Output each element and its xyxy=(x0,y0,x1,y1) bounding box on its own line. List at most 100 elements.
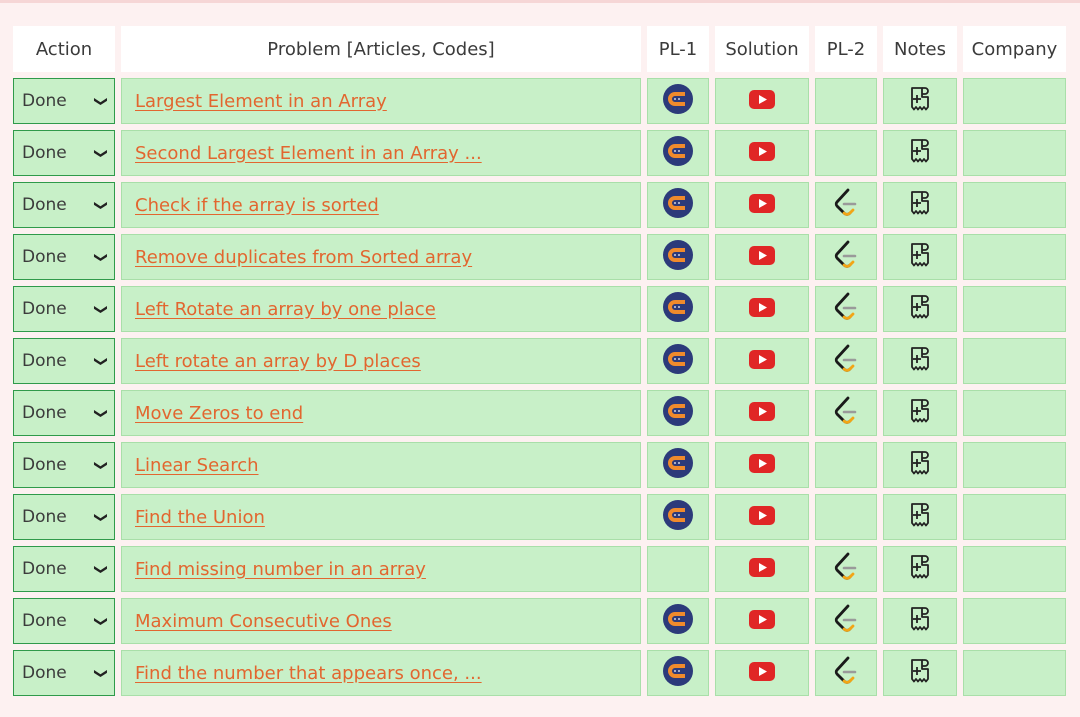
company-cell xyxy=(963,130,1066,176)
problem-link[interactable]: Move Zeros to end xyxy=(135,403,303,424)
problem-link[interactable]: Find the Union xyxy=(135,507,265,528)
action-select[interactable]: Done ❯ xyxy=(13,650,115,696)
action-select[interactable]: Done ❯ xyxy=(13,182,115,228)
coding-ninjas-icon[interactable] xyxy=(662,447,694,483)
problem-cell: Find missing number in an array xyxy=(121,546,641,592)
leetcode-icon[interactable] xyxy=(833,240,859,274)
add-note-icon[interactable] xyxy=(909,658,931,688)
add-note-icon[interactable] xyxy=(909,190,931,220)
action-select[interactable]: Done ❯ xyxy=(13,234,115,280)
coding-ninjas-icon[interactable] xyxy=(662,395,694,431)
coding-ninjas-icon[interactable] xyxy=(662,135,694,171)
table-row: Done ❯ Find the number that appears once, … xyxy=(13,650,1066,696)
youtube-icon[interactable] xyxy=(749,349,775,373)
solution-cell xyxy=(715,390,809,436)
problem-link[interactable]: Remove duplicates from Sorted array xyxy=(135,247,472,268)
notes-cell xyxy=(883,390,957,436)
add-note-icon[interactable] xyxy=(909,606,931,636)
youtube-icon[interactable] xyxy=(749,505,775,529)
add-note-icon[interactable] xyxy=(909,138,931,168)
add-note-icon[interactable] xyxy=(909,294,931,324)
youtube-icon[interactable] xyxy=(749,141,775,165)
problem-link[interactable]: Left Rotate an array by one place xyxy=(135,299,436,320)
coding-ninjas-icon[interactable] xyxy=(662,655,694,691)
action-select[interactable]: Done ❯ xyxy=(13,130,115,176)
coding-ninjas-icon[interactable] xyxy=(662,291,694,327)
pl1-cell xyxy=(647,182,709,228)
notes-cell xyxy=(883,338,957,384)
action-value: Done xyxy=(22,91,67,111)
table-row: Done ❯ Maximum Consecutive Ones xyxy=(13,598,1066,644)
problem-link[interactable]: Maximum Consecutive Ones xyxy=(135,611,392,632)
add-note-icon[interactable] xyxy=(909,346,931,376)
problem-cell: Find the number that appears once, ... xyxy=(121,650,641,696)
notes-cell xyxy=(883,546,957,592)
youtube-icon[interactable] xyxy=(749,661,775,685)
youtube-icon[interactable] xyxy=(749,453,775,477)
table-row: Done ❯ Find the Union xyxy=(13,494,1066,540)
youtube-icon[interactable] xyxy=(749,557,775,581)
header-problem: Problem [Articles, Codes] xyxy=(121,26,641,72)
action-select[interactable]: Done ❯ xyxy=(13,286,115,332)
problem-link[interactable]: Left rotate an array by D places xyxy=(135,351,421,372)
add-note-icon[interactable] xyxy=(909,502,931,532)
youtube-icon[interactable] xyxy=(749,89,775,113)
leetcode-icon[interactable] xyxy=(833,656,859,690)
action-value: Done xyxy=(22,455,67,475)
company-cell xyxy=(963,286,1066,332)
action-select[interactable]: Done ❯ xyxy=(13,78,115,124)
problem-link[interactable]: Second Largest Element in an Array ... xyxy=(135,143,482,164)
leetcode-icon[interactable] xyxy=(833,604,859,638)
coding-ninjas-icon[interactable] xyxy=(662,499,694,535)
coding-ninjas-icon[interactable] xyxy=(662,343,694,379)
action-select[interactable]: Done ❯ xyxy=(13,442,115,488)
leetcode-icon[interactable] xyxy=(833,188,859,222)
header-row: Action Problem [Articles, Codes] PL-1 So… xyxy=(13,26,1066,72)
add-note-icon[interactable] xyxy=(909,86,931,116)
action-select[interactable]: Done ❯ xyxy=(13,494,115,540)
problem-link[interactable]: Find missing number in an array xyxy=(135,559,426,580)
action-select[interactable]: Done ❯ xyxy=(13,390,115,436)
coding-ninjas-icon[interactable] xyxy=(662,187,694,223)
problem-cell: Move Zeros to end xyxy=(121,390,641,436)
notes-cell xyxy=(883,182,957,228)
table-row: Done ❯ Left rotate an array by D places xyxy=(13,338,1066,384)
notes-cell xyxy=(883,598,957,644)
chevron-down-icon: ❯ xyxy=(93,459,109,471)
coding-ninjas-icon[interactable] xyxy=(662,83,694,119)
top-border xyxy=(0,0,1080,3)
problem-link[interactable]: Largest Element in an Array xyxy=(135,91,387,112)
leetcode-icon[interactable] xyxy=(833,396,859,430)
table-row: Done ❯ Remove duplicates from Sorted array xyxy=(13,234,1066,280)
action-value: Done xyxy=(22,559,67,579)
problem-link[interactable]: Linear Search xyxy=(135,455,259,476)
add-note-icon[interactable] xyxy=(909,398,931,428)
problem-link[interactable]: Check if the array is sorted xyxy=(135,195,379,216)
youtube-icon[interactable] xyxy=(749,193,775,217)
action-select[interactable]: Done ❯ xyxy=(13,338,115,384)
youtube-icon[interactable] xyxy=(749,609,775,633)
action-select[interactable]: Done ❯ xyxy=(13,546,115,592)
chevron-down-icon: ❯ xyxy=(93,563,109,575)
youtube-icon[interactable] xyxy=(749,245,775,269)
add-note-icon[interactable] xyxy=(909,242,931,272)
coding-ninjas-icon[interactable] xyxy=(662,603,694,639)
leetcode-icon[interactable] xyxy=(833,344,859,378)
pl2-cell xyxy=(815,598,877,644)
chevron-down-icon: ❯ xyxy=(93,199,109,211)
chevron-down-icon: ❯ xyxy=(93,303,109,315)
problem-link[interactable]: Find the number that appears once, ... xyxy=(135,663,482,684)
coding-ninjas-icon[interactable] xyxy=(662,239,694,275)
youtube-icon[interactable] xyxy=(749,297,775,321)
solution-cell xyxy=(715,442,809,488)
add-note-icon[interactable] xyxy=(909,450,931,480)
youtube-icon[interactable] xyxy=(749,401,775,425)
leetcode-icon[interactable] xyxy=(833,552,859,586)
problem-cell: Maximum Consecutive Ones xyxy=(121,598,641,644)
problems-table: Action Problem [Articles, Codes] PL-1 So… xyxy=(7,20,1072,702)
header-company: Company xyxy=(963,26,1066,72)
action-select[interactable]: Done ❯ xyxy=(13,598,115,644)
add-note-icon[interactable] xyxy=(909,554,931,584)
header-pl2: PL-2 xyxy=(815,26,877,72)
leetcode-icon[interactable] xyxy=(833,292,859,326)
